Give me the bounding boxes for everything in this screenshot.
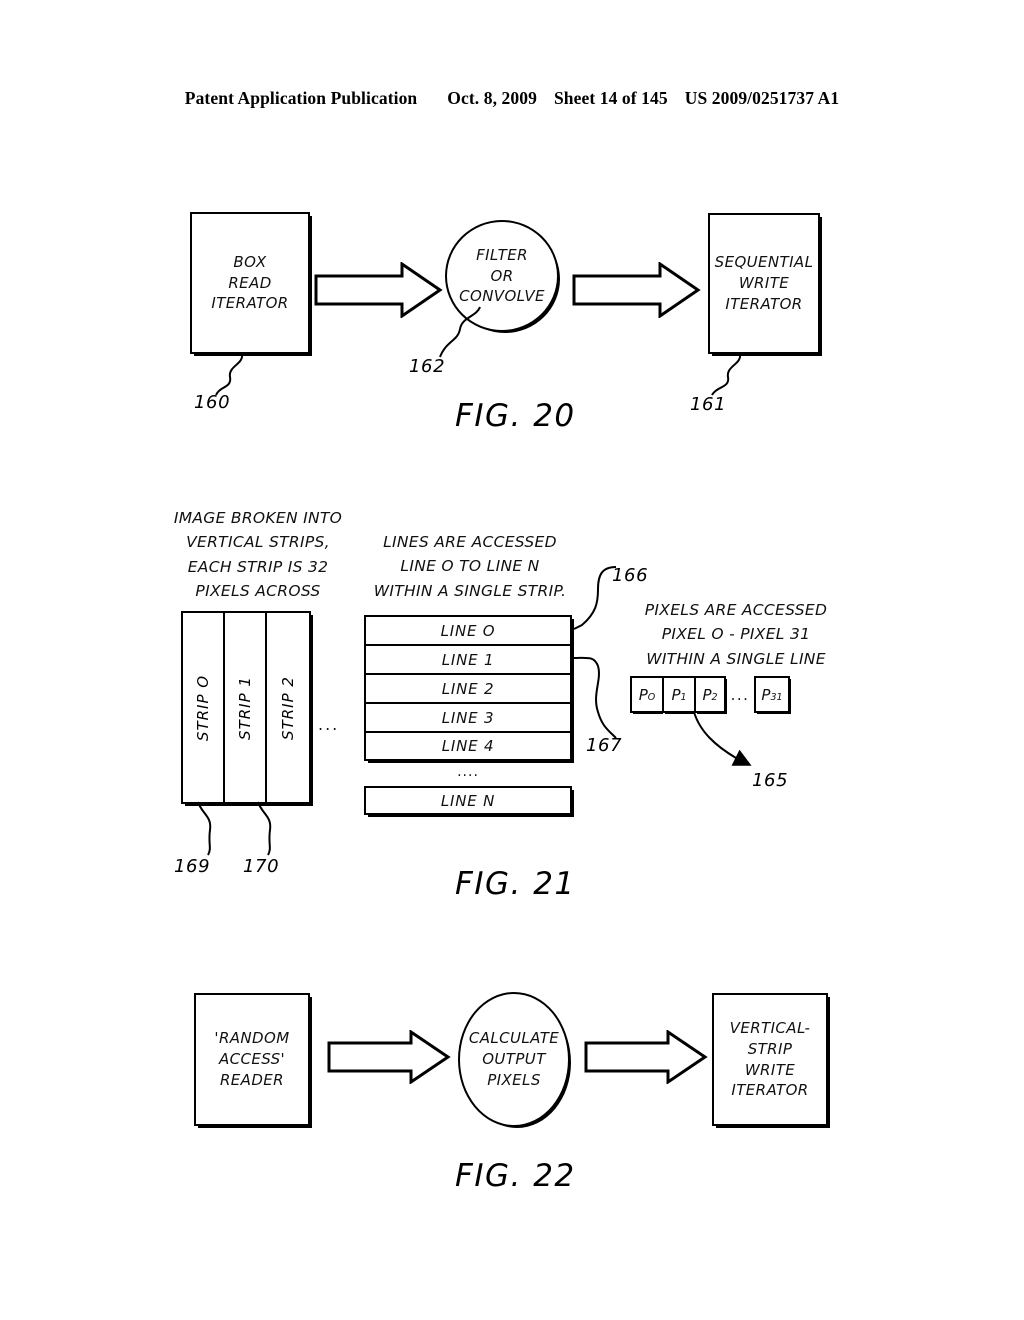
fig20-arrow-filter-to-write (572, 262, 701, 318)
fig21-pixel-caption-line-2: WITHIN A SINGLE LINE (646, 649, 826, 668)
fig21-line-row-2: LINE 2 (366, 675, 570, 704)
fig22-write-line-0: VERTICAL- (729, 1019, 811, 1038)
fig20-ref-160: 160 (194, 392, 231, 413)
fig21-line-row-1: LINE 1 (366, 646, 570, 675)
fig22-reader-line-1: ACCESS' (218, 1050, 286, 1069)
fig21-line-caption-line-1: LINE O TO LINE N (400, 557, 540, 576)
fig21-pixel-0: PO (630, 676, 662, 713)
fig20-filter-line-0: FILTER (476, 245, 528, 264)
fig20-write-line-2: ITERATOR (725, 294, 803, 313)
fig22-calculate-line-1: OUTPUT (482, 1050, 546, 1069)
fig22-calculate-line-0: CALCULATE (468, 1029, 560, 1048)
fig22-reader-line-0: 'RANDOM (214, 1029, 290, 1048)
fig21-pixel-0-index: O (647, 692, 656, 703)
fig21-line-row-n: LINE N (364, 786, 572, 815)
fig22-calculate-line-2: PIXELS (487, 1070, 541, 1089)
fig22-arrow-reader-to-calculate (327, 1030, 451, 1084)
fig21-strip-group: STRIP O STRIP 1 STRIP 2 (181, 611, 311, 804)
fig21-lines-ellipsis: .... (457, 764, 479, 780)
fig21-strip-2: STRIP 2 (267, 613, 309, 802)
fig21-strip-caption-line-1: VERTICAL STRIPS, (186, 533, 330, 552)
header-sheet: Sheet 14 of 145 (553, 88, 668, 108)
fig21-pixel-1: P1 (662, 676, 694, 713)
fig20-write-line-1: WRITE (738, 274, 790, 293)
fig21-pixel-1-index: 1 (680, 692, 687, 703)
fig21-line-stack: LINE O LINE 1 LINE 2 LINE 3 LINE 4 (364, 615, 572, 761)
page-header: Patent Application Publication Oct. 8, 20… (0, 88, 1024, 109)
fig22-random-access-reader: 'RANDOM ACCESS' READER (194, 993, 310, 1126)
fig21-pixel-31-index: 31 (770, 692, 783, 703)
fig22-write-line-3: ITERATOR (731, 1081, 809, 1100)
fig21-strips-ellipsis: ... (318, 715, 340, 734)
fig20-ref-162: 162 (409, 356, 446, 377)
fig20-sequential-write-iterator: SEQUENTIAL WRITE ITERATOR (708, 213, 820, 354)
fig21-strip-caption: IMAGE BROKEN INTO VERTICAL STRIPS, EACH … (160, 506, 356, 604)
fig20-box-read-iterator-line-1: READ (228, 273, 272, 292)
fig21-leader-169 (197, 801, 212, 856)
fig21-strip-caption-line-2: EACH STRIP IS 32 (187, 557, 329, 576)
fig21-pixel-31: P 31 (754, 676, 790, 713)
fig22-reader-line-2: READER (219, 1070, 284, 1089)
fig21-ref-166: 166 (612, 565, 649, 586)
fig22-arrow-calculate-to-write (584, 1030, 708, 1084)
fig21-line-caption-line-2: WITHIN A SINGLE STRIP. (373, 581, 567, 600)
fig21-leader-170 (257, 801, 272, 856)
fig21-pixel-31-name: P (761, 685, 771, 704)
fig21-pixel-2: P2 (694, 676, 726, 713)
fig21-strip-2-label: STRIP 2 (279, 675, 298, 740)
fig21-line-caption: LINES ARE ACCESSED LINE O TO LINE N WITH… (362, 530, 578, 603)
fig21-ref-165: 165 (752, 770, 789, 791)
fig21-strip-1: STRIP 1 (225, 613, 267, 802)
fig21-ref-169: 169 (174, 856, 211, 877)
fig21-line-row-3: LINE 3 (366, 704, 570, 733)
fig21-pixel-caption-line-0: PIXELS ARE ACCESSED (644, 601, 828, 619)
fig21-ref-167: 167 (586, 735, 623, 756)
fig22-label: FIG. 22 (455, 1158, 576, 1194)
fig22-calculate-output-pixels-circle: CALCULATE OUTPUT PIXELS (458, 992, 570, 1127)
fig22-write-line-1: STRIP (747, 1039, 793, 1058)
fig22-write-line-2: WRITE (744, 1060, 796, 1079)
fig20-ref-161: 161 (690, 394, 727, 415)
fig20-arrow-read-to-filter (314, 262, 443, 318)
fig21-strip-caption-line-3: PIXELS ACROSS (195, 582, 321, 601)
fig20-filter-line-2: CONVOLVE (459, 287, 545, 306)
fig21-pixel-2-index: 2 (711, 692, 718, 703)
fig21-pixel-caption: PIXELS ARE ACCESSED PIXEL O - PIXEL 31 W… (628, 598, 844, 671)
fig21-pixel-0-name: P (638, 685, 648, 704)
fig20-write-line-0: SEQUENTIAL (714, 253, 814, 272)
fig20-box-read-iterator-line-0: BOX (233, 252, 267, 271)
fig21-pixels-ellipsis: ... (730, 685, 750, 704)
fig21-pixel-caption-line-1: PIXEL O - PIXEL 31 (661, 625, 811, 644)
fig21-line-caption-line-0: LINES ARE ACCESSED (383, 533, 557, 551)
fig21-strip-0-label: STRIP O (194, 674, 212, 741)
fig21-line-row-0: LINE O (366, 617, 570, 646)
fig21-strip-0: STRIP O (183, 613, 225, 802)
fig20-box-read-iterator-line-2: ITERATOR (211, 294, 289, 313)
fig20-leader-160 (215, 353, 244, 396)
fig20-label: FIG. 20 (455, 398, 576, 434)
header-publication: Patent Application Publication (184, 88, 418, 108)
fig21-line-row-4: LINE 4 (441, 737, 495, 755)
fig20-filter-line-1: OR (490, 266, 514, 285)
fig21-strip-1-label: STRIP 1 (236, 675, 255, 740)
fig21-pixel-row: PO P1 P2 ... P 31 (630, 676, 790, 713)
fig21-pixel-1-name: P (671, 685, 681, 704)
header-date: Oct. 8, 2009 (447, 88, 537, 108)
fig21-pixel-2-name: P (702, 685, 712, 704)
patent-drawing-page: Patent Application Publication Oct. 8, 20… (0, 0, 1024, 1320)
fig20-leader-161 (711, 353, 742, 396)
fig21-label: FIG. 21 (455, 866, 576, 902)
fig22-vertical-strip-write-iterator: VERTICAL- STRIP WRITE ITERATOR (712, 993, 828, 1126)
fig20-box-read-iterator: BOX READ ITERATOR (190, 212, 310, 354)
fig20-leader-162 (439, 306, 481, 358)
fig21-ref-170: 170 (243, 856, 280, 877)
header-document-number: US 2009/0251737 A1 (684, 88, 840, 108)
fig21-strip-caption-line-0: IMAGE BROKEN INTO (173, 509, 343, 527)
